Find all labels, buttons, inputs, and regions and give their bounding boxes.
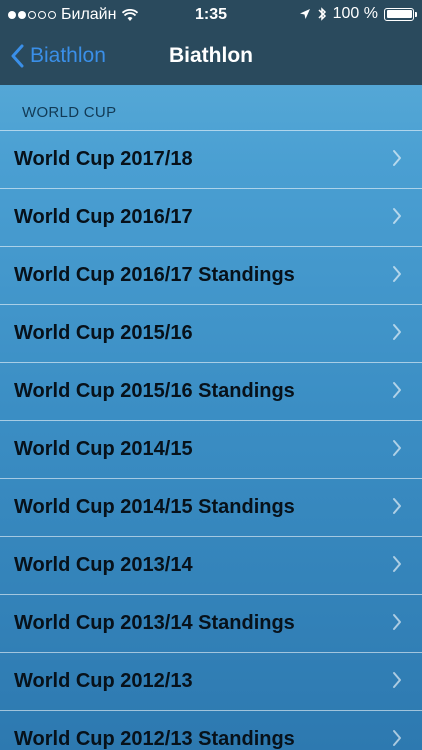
section-header: WORLD CUP [22,104,117,121]
list-item-label: World Cup 2015/16 [14,322,193,344]
list-item[interactable]: World Cup 2014/15 [0,420,422,478]
list-item[interactable]: World Cup 2012/13 Standings [0,710,422,750]
list-item-label: World Cup 2013/14 Standings [14,612,295,634]
list-item[interactable]: World Cup 2016/17 Standings [0,246,422,304]
status-bar: Билайн 1:35 100 % [0,0,422,30]
list-item-label: World Cup 2012/13 Standings [14,728,295,750]
list-item[interactable]: World Cup 2015/16 Standings [0,362,422,420]
battery-percent: 100 % [332,5,378,22]
list-item-label: World Cup 2016/17 Standings [14,264,295,286]
list-item-label: World Cup 2016/17 [14,206,193,228]
list-item[interactable]: World Cup 2016/17 [0,188,422,246]
list-item[interactable]: World Cup 2017/18 [0,130,422,188]
chevron-right-icon [393,266,401,282]
list-item[interactable]: World Cup 2014/15 Standings [0,478,422,536]
chevron-right-icon [393,150,401,166]
chevron-right-icon [393,498,401,514]
chevron-right-icon [393,614,401,630]
status-right: 100 % [299,5,417,23]
chevron-right-icon [393,672,401,688]
list-item[interactable]: World Cup 2013/14 Standings [0,594,422,652]
list-item-label: World Cup 2014/15 [14,438,193,460]
list-item-label: World Cup 2015/16 Standings [14,380,295,402]
location-arrow-icon [299,9,310,19]
chevron-right-icon [393,556,401,572]
world-cup-list: World Cup 2017/18 World Cup 2016/17 World … [0,130,422,750]
list-item-label: World Cup 2013/14 [14,554,193,576]
page-title: Biathlon [169,44,253,67]
list-item-label: World Cup 2017/18 [14,148,193,170]
battery-icon [384,7,417,21]
chevron-right-icon [393,440,401,456]
list-item[interactable]: World Cup 2013/14 [0,536,422,594]
chevron-right-icon [393,208,401,224]
navigation-bar: Biathlon Biathlon [0,30,422,85]
chevron-right-icon [393,730,401,746]
list-item[interactable]: World Cup 2015/16 [0,304,422,362]
list-item-label: World Cup 2014/15 Standings [14,496,295,518]
list-item-label: World Cup 2012/13 [14,670,193,692]
list-item[interactable]: World Cup 2012/13 [0,652,422,710]
chevron-right-icon [393,382,401,398]
screen: Билайн 1:35 100 % Biathlon Biathlon WORL… [0,0,422,750]
bluetooth-icon [318,7,326,21]
chevron-right-icon [393,324,401,340]
